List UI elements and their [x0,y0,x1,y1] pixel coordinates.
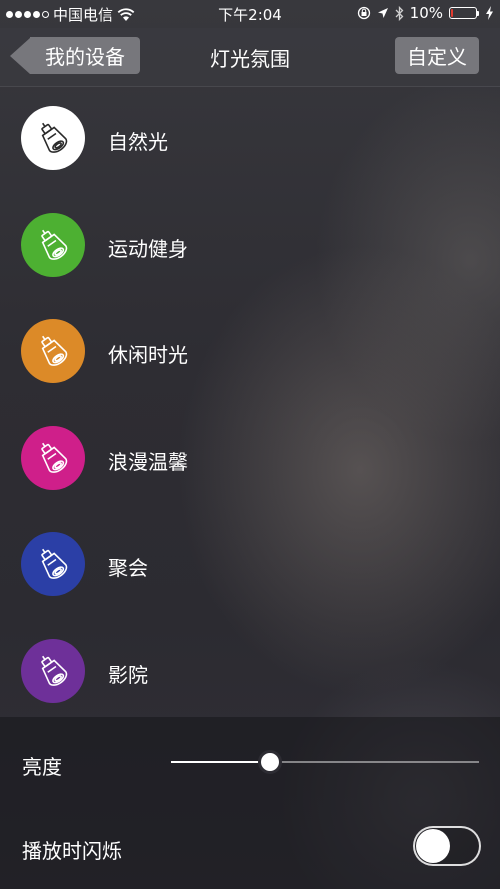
brightness-slider-fill [171,761,270,763]
bulb-icon [41,655,68,686]
status-bar: 中国电信 下午2:04 10% [0,0,500,28]
brightness-slider[interactable] [171,750,479,774]
lock-rotation-icon [357,6,370,20]
flash-label: 播放时闪烁 [22,839,122,863]
scene-label: 休闲时光 [108,343,188,367]
battery-percent: 10% [409,4,443,22]
scene-color-circle[interactable] [21,638,85,703]
bulb-icon [41,335,68,366]
battery-icon [449,7,479,19]
bulb-icon [41,548,68,579]
scene-color-circle[interactable] [21,106,85,170]
status-right: 10% [357,4,494,22]
scene-item[interactable]: 休闲时光 [0,299,500,389]
scene-item[interactable]: 运动健身 [0,193,500,283]
scene-color-circle[interactable] [21,319,85,383]
scene-label: 聚会 [108,556,148,580]
location-arrow-icon [377,8,388,18]
battery-level [451,9,453,17]
bluetooth-icon [395,5,404,21]
scene-item[interactable]: 自然光 [0,86,500,176]
scene-item[interactable]: 浪漫温馨 [0,406,500,496]
custom-button[interactable]: 自定义 [395,37,479,74]
charging-bolt-icon [486,6,493,20]
scene-label: 运动健身 [108,236,188,261]
scene-label: 影院 [108,662,148,687]
scene-item[interactable]: 聚会 [0,512,500,602]
scene-item[interactable]: 影院 [0,619,500,709]
bulb-icon [41,122,68,153]
flash-toggle[interactable] [413,826,481,866]
controls-panel: 亮度 播放时闪烁 [0,717,500,889]
scene-label: 浪漫温馨 [108,449,188,474]
scene-color-circle[interactable] [21,212,85,277]
scene-color-circle[interactable] [21,532,85,596]
nav-bar: 我的设备 灯光氛围 自定义 [0,28,500,87]
scene-color-circle[interactable] [21,425,85,490]
scene-label: 自然光 [108,130,168,154]
bulb-icon [41,442,68,473]
brightness-slider-thumb[interactable] [257,750,282,774]
brightness-label: 亮度 [22,755,62,779]
flash-toggle-knob [416,829,450,863]
bulb-icon [41,229,68,260]
